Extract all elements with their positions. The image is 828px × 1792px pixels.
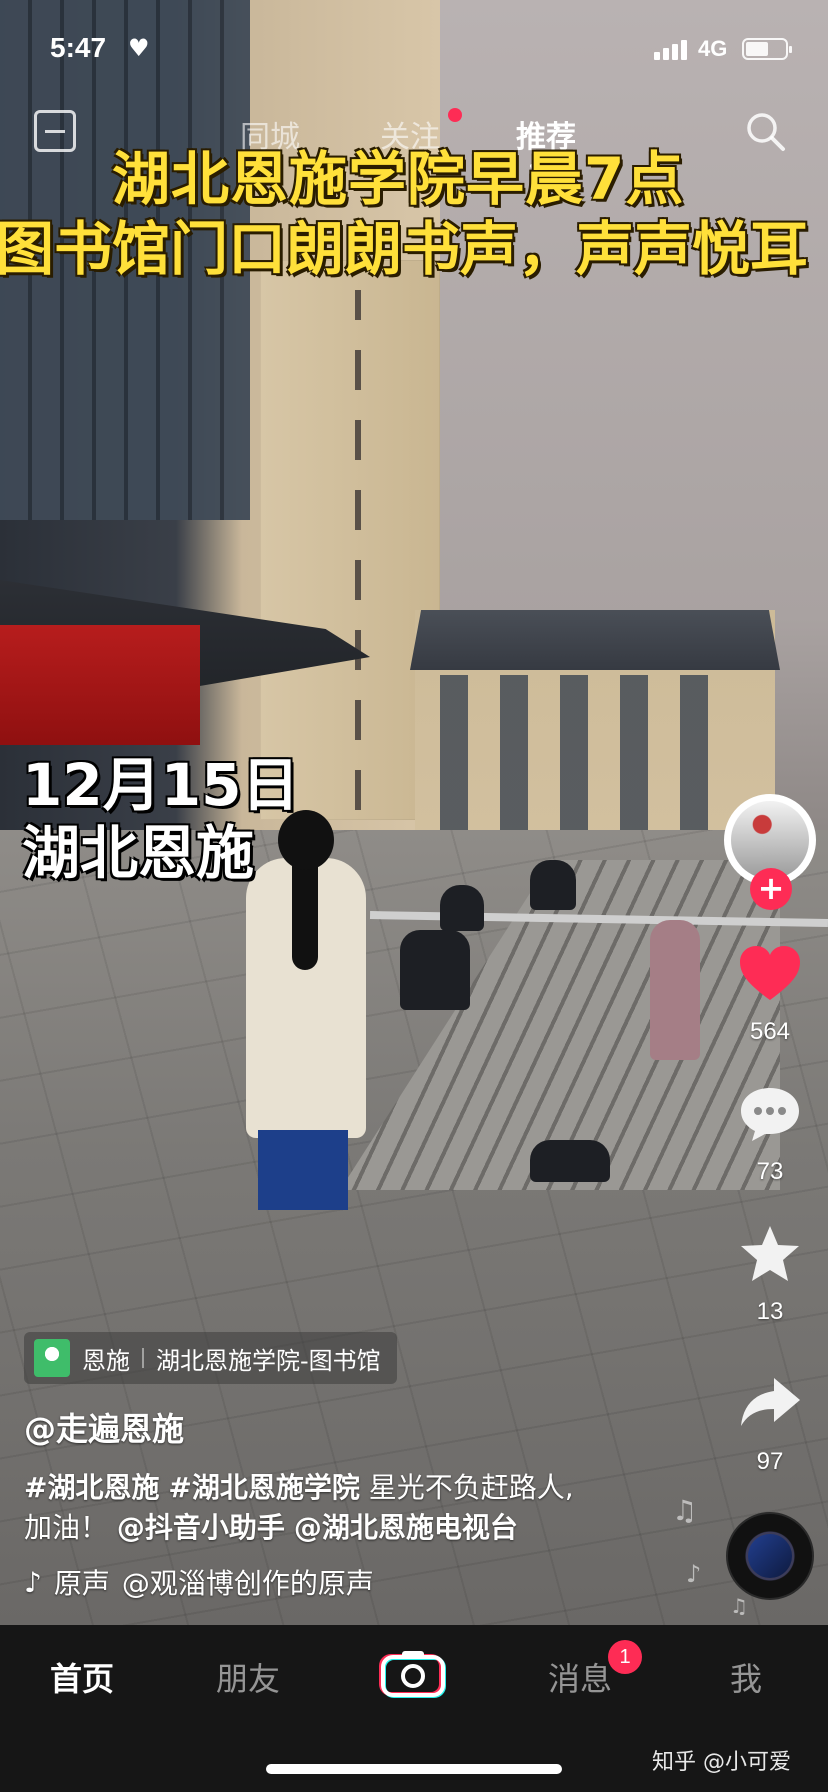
zhihu-watermark: 知乎 @小可爱 <box>652 1750 791 1775</box>
student-figure <box>440 885 484 931</box>
location-chip[interactable]: 恩施 湖北恩施学院-图书馆 <box>24 1332 397 1384</box>
nav-me[interactable]: 我 <box>730 1654 762 1700</box>
building-tower <box>260 260 440 820</box>
nav-home[interactable]: 首页 <box>50 1654 114 1700</box>
network-type: 4G <box>698 36 728 61</box>
status-time: 5:47 <box>50 32 107 63</box>
comment-icon[interactable] <box>738 1084 802 1144</box>
search-icon[interactable] <box>744 110 786 152</box>
heart-icon[interactable] <box>738 944 802 1004</box>
battery-icon <box>742 38 792 60</box>
student-figure <box>530 1140 610 1182</box>
student-figure <box>650 920 700 1060</box>
video-caption-place: 湖北恩施 <box>22 819 255 887</box>
hashtag-link[interactable]: #湖北恩施学院 <box>168 1471 359 1504</box>
nav-inbox[interactable]: 消息 <box>548 1654 612 1700</box>
video-description-line: 加油！ @抖音小助手 @湖北恩施电视台 <box>24 1506 518 1546</box>
description-text: 加油！ <box>24 1511 109 1544</box>
star-icon[interactable] <box>738 1224 802 1284</box>
follow-plus-button[interactable]: + <box>750 868 792 910</box>
music-note-icon: ♪ <box>686 1560 702 1588</box>
music-disc[interactable] <box>726 1512 814 1600</box>
building-windows <box>440 675 740 835</box>
inbox-badge: 1 <box>608 1640 642 1674</box>
music-note-icon: ♫ <box>672 1494 698 1527</box>
description-text: 星光不负赶路人, <box>368 1471 574 1504</box>
favorite-count: 13 <box>756 1298 784 1325</box>
location-pin-icon <box>34 1339 70 1377</box>
standing-student-figure <box>240 810 372 1215</box>
author-handle[interactable]: @走遍恩施 <box>24 1404 184 1450</box>
nav-friends[interactable]: 朋友 <box>216 1654 280 1700</box>
student-figure <box>400 930 470 1010</box>
video-description-line: #湖北恩施 #湖北恩施学院 星光不负赶路人, <box>24 1466 574 1506</box>
mention-link[interactable]: @湖北恩施电视台 <box>294 1511 518 1544</box>
music-info[interactable]: ♪ 原声 @观淄博创作的原声 <box>24 1562 374 1602</box>
heart-icon: ♥ <box>128 34 150 62</box>
following-dot-badge <box>448 108 462 122</box>
music-author: @观淄博创作的原声 <box>121 1567 374 1600</box>
share-icon[interactable] <box>738 1372 802 1432</box>
red-sign <box>0 625 200 745</box>
video-caption-subtitle: 图书馆门口朗朗书声，声声悦耳 <box>0 215 809 283</box>
home-indicator[interactable] <box>266 1764 562 1774</box>
mention-link[interactable]: @抖音小助手 <box>117 1511 285 1544</box>
hashtag-link[interactable]: #湖北恩施 <box>24 1471 159 1504</box>
scan-icon[interactable] <box>34 110 76 152</box>
location-divider <box>142 1348 144 1368</box>
music-note-icon: ♫ <box>730 1594 748 1618</box>
signal-icon <box>654 38 688 60</box>
student-figure <box>530 860 576 910</box>
location-city: 恩施 <box>82 1346 130 1375</box>
music-note-icon: ♪ <box>24 1565 42 1599</box>
building-roof <box>410 610 780 670</box>
like-count: 564 <box>749 1018 791 1045</box>
music-label: 原声 <box>53 1567 110 1600</box>
comment-count: 73 <box>756 1158 784 1185</box>
location-venue: 湖北恩施学院-图书馆 <box>156 1346 381 1375</box>
share-count: 97 <box>756 1448 784 1475</box>
camera-icon[interactable] <box>378 1648 450 1698</box>
